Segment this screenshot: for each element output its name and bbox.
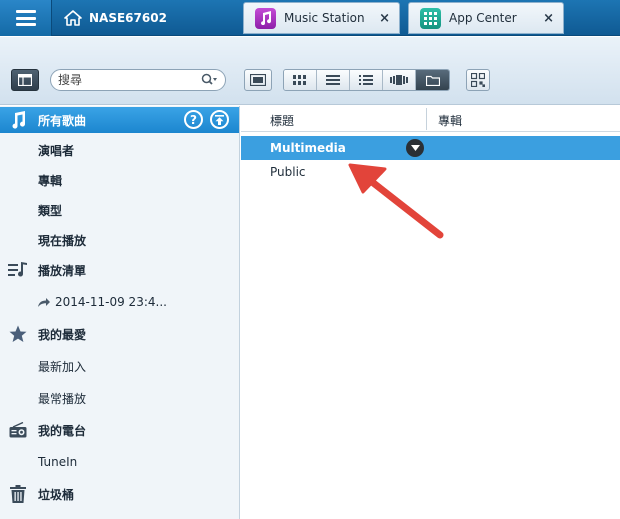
main-menu-button[interactable] <box>0 0 52 36</box>
tab-music-station[interactable]: Music Station × <box>243 2 400 34</box>
sidebar-item-label: TuneIn <box>38 455 78 469</box>
sidebar-item-label: 所有歌曲 <box>38 113 87 128</box>
help-button[interactable]: ? <box>184 110 203 129</box>
close-icon[interactable]: × <box>543 12 554 25</box>
sidebar-item-label: 播放清單 <box>38 263 87 278</box>
sidebar-item-label: 2014-11-09 23:4... <box>55 295 167 309</box>
column-album-header[interactable]: 專輯 <box>438 112 462 129</box>
sidebar-item-recently-added[interactable]: 最新加入 <box>0 353 239 379</box>
detail-list-icon <box>359 75 373 85</box>
tab-app-center[interactable]: App Center × <box>408 2 564 34</box>
table-row[interactable]: Multimedia <box>241 136 620 160</box>
sidebar-item-tunein[interactable]: TuneIn <box>0 449 239 475</box>
close-icon[interactable]: × <box>379 12 390 25</box>
sidebar-item-playlist-entry[interactable]: 2014-11-09 23:4... <box>0 289 239 315</box>
search-box[interactable] <box>50 69 226 91</box>
sidebar-item-trash[interactable]: 垃圾桶 <box>0 481 239 507</box>
upload-button[interactable] <box>210 110 229 129</box>
sidebar-item-favorites[interactable]: 我的最愛 <box>0 321 239 347</box>
qr-code-button[interactable] <box>466 69 490 91</box>
grid-view-button[interactable] <box>284 70 317 90</box>
hamburger-icon <box>15 10 36 26</box>
sidebar-item-label: 最新加入 <box>38 359 87 374</box>
music-station-icon <box>255 7 276 29</box>
folder-title: Multimedia <box>270 141 346 155</box>
radio-icon <box>8 420 28 440</box>
list-icon <box>326 75 340 85</box>
sidebar-item-label: 最常播放 <box>38 391 87 406</box>
screen-icon <box>250 74 266 86</box>
home-icon <box>64 10 82 26</box>
toggle-sidebar-button[interactable] <box>11 69 39 91</box>
folder-view-button[interactable] <box>416 70 449 90</box>
upload-icon <box>215 114 224 125</box>
top-bar: NASE67602 Music Station × App Center × <box>0 0 620 36</box>
grid-icon <box>293 75 306 85</box>
column-divider[interactable] <box>426 108 427 130</box>
sidebar-item-label: 專輯 <box>38 173 63 188</box>
chevron-down-icon <box>410 145 420 151</box>
list-view-button[interactable] <box>317 70 350 90</box>
tab-label: App Center <box>449 11 517 25</box>
sidebar-item-albums[interactable]: 專輯 <box>0 167 239 193</box>
toolbar <box>0 37 620 105</box>
column-header: 標題 專輯 <box>241 106 620 132</box>
trash-icon <box>8 484 28 504</box>
sidebar-item-artists[interactable]: 演唱者 <box>0 137 239 163</box>
sidebar-item-now-playing[interactable]: 現在播放 <box>0 227 239 253</box>
folder-icon <box>425 75 440 86</box>
qr-code-icon <box>471 73 485 87</box>
playlist-icon <box>8 260 28 280</box>
sidebar-item-label: 現在播放 <box>38 233 87 248</box>
search-icon[interactable] <box>201 73 217 87</box>
sidebar-item-genres[interactable]: 類型 <box>0 197 239 223</box>
panel-icon <box>18 74 32 86</box>
sidebar-item-label: 我的電台 <box>38 423 87 438</box>
music-note-icon <box>8 110 28 130</box>
home-link[interactable]: NASE67602 <box>64 0 167 36</box>
coverflow-view-button[interactable] <box>383 70 416 90</box>
sidebar-item-playlists[interactable]: 播放清單 <box>0 257 239 283</box>
detail-view-button[interactable] <box>350 70 383 90</box>
sidebar: 所有歌曲 ? 演唱者 專輯 類型 現在播放 播放清單 2014-11-09 23… <box>0 106 240 519</box>
coverflow-icon <box>390 75 408 85</box>
share-arrow-icon <box>38 296 50 310</box>
app-center-icon <box>420 7 441 29</box>
annotation-arrow-icon <box>348 163 444 239</box>
row-menu-button[interactable] <box>406 139 424 157</box>
now-playing-view-button[interactable] <box>244 69 272 91</box>
server-name: NASE67602 <box>89 11 167 25</box>
sidebar-item-label: 演唱者 <box>38 143 75 158</box>
star-icon <box>8 324 28 344</box>
sidebar-item-label: 我的最愛 <box>38 327 87 342</box>
sidebar-item-radio[interactable]: 我的電台 <box>0 417 239 443</box>
view-mode-group <box>283 69 450 91</box>
column-title-header[interactable]: 標題 <box>270 112 294 129</box>
tab-label: Music Station <box>284 11 365 25</box>
sidebar-item-most-played[interactable]: 最常播放 <box>0 385 239 411</box>
sidebar-item-label: 類型 <box>38 203 63 218</box>
search-input[interactable] <box>58 73 196 87</box>
folder-title: Public <box>270 165 306 179</box>
sidebar-item-label: 垃圾桶 <box>38 487 75 502</box>
sidebar-item-all-songs[interactable]: 所有歌曲 ? <box>0 107 239 133</box>
